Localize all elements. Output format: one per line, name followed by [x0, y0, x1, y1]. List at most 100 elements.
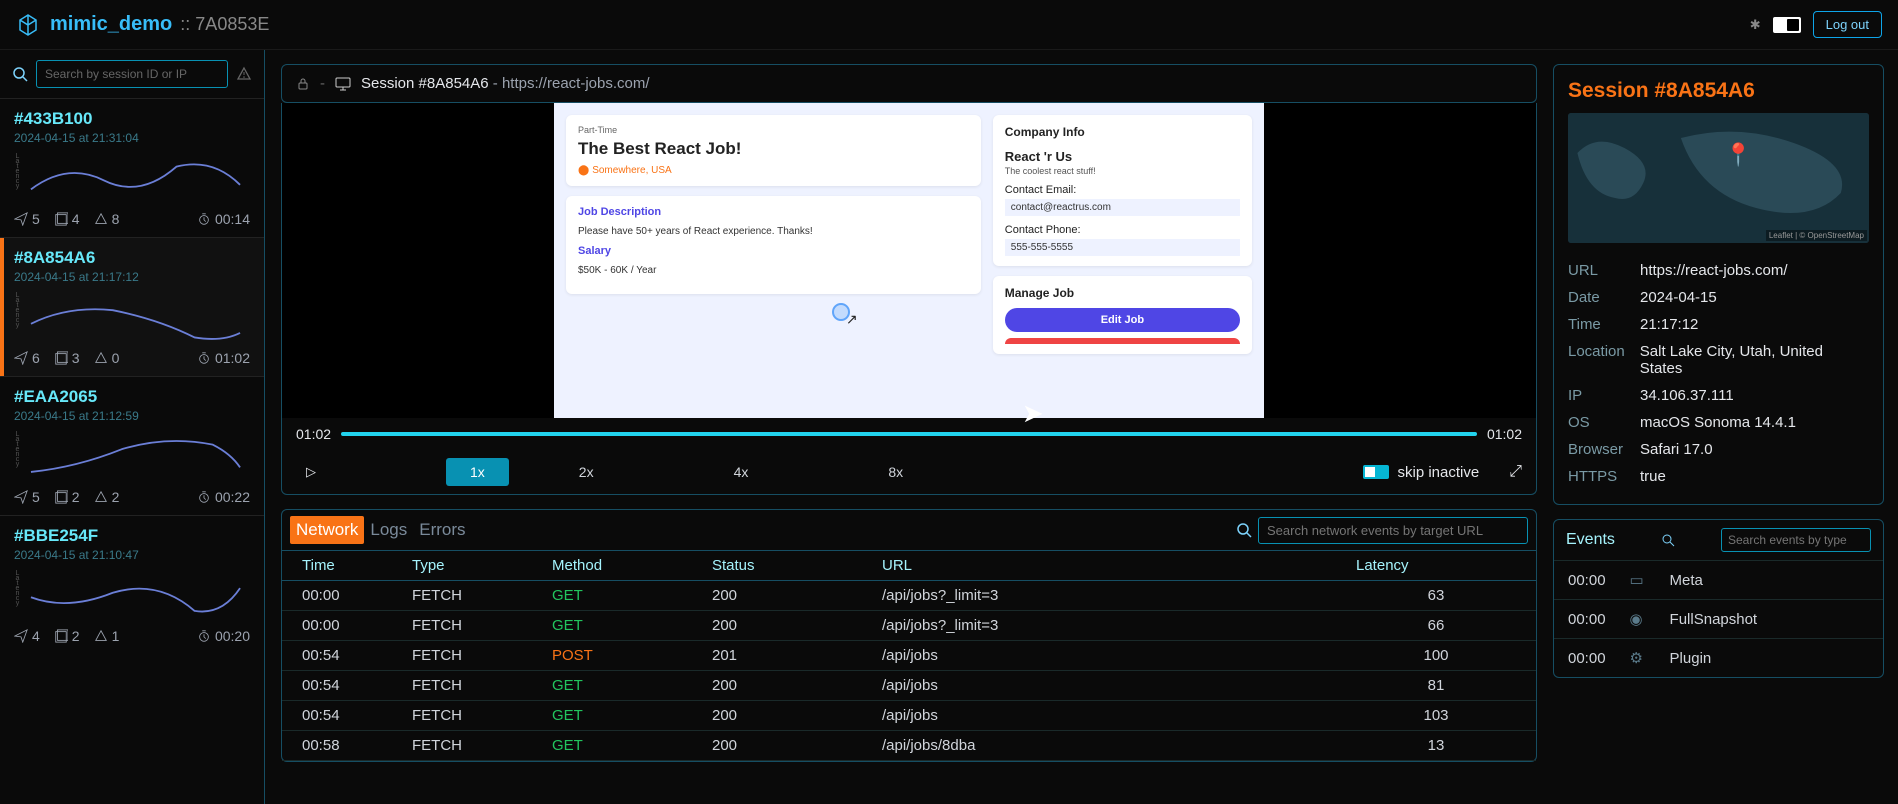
delete-job-button[interactable]	[1005, 338, 1240, 344]
session-id: #433B100	[14, 109, 250, 129]
job-desc-body: Please have 50+ years of React experienc…	[578, 226, 969, 237]
timeline[interactable]: 01:02 ➤ 01:02	[282, 418, 1536, 450]
clock-icon	[197, 629, 211, 643]
email-value: contact@reactrus.com	[1005, 199, 1240, 216]
tab-errors[interactable]: Errors	[413, 516, 471, 544]
logout-button[interactable]: Log out	[1813, 11, 1882, 38]
warning-icon	[94, 629, 108, 643]
session-card[interactable]: #BBE254F 2024-04-15 at 21:10:47 Latency …	[0, 515, 264, 654]
timeline-bar[interactable]	[341, 432, 1477, 436]
events-search-input[interactable]	[1721, 528, 1871, 552]
play-button[interactable]: ▷	[296, 464, 326, 480]
col-time: Time	[302, 557, 412, 574]
phone-value: 555-555-5555	[1005, 239, 1240, 256]
session-search-input[interactable]	[36, 60, 228, 88]
warning-icon	[94, 351, 108, 365]
event-row[interactable]: 00:00▭Meta	[1554, 560, 1883, 599]
timeline-current: 01:02	[296, 426, 331, 442]
search-icon	[1661, 533, 1675, 547]
toggle-switch[interactable]	[1363, 465, 1389, 479]
document-icon	[54, 351, 68, 365]
job-type: Part-Time	[578, 125, 969, 135]
company-info-heading: Company Info	[1005, 125, 1240, 139]
edit-job-button[interactable]: Edit Job	[1005, 308, 1240, 332]
map-pin-icon: 📍	[1725, 142, 1752, 168]
events-title: Events	[1566, 531, 1615, 549]
tab-network[interactable]: Network	[290, 516, 364, 544]
app-title: mimic_demo	[50, 13, 172, 36]
breadcrumb-url: https://react-jobs.com/	[502, 75, 650, 92]
info-row: HTTPStrue	[1568, 463, 1869, 490]
col-url: URL	[882, 557, 1356, 574]
col-type: Type	[412, 557, 552, 574]
event-row[interactable]: 00:00◉FullSnapshot	[1554, 599, 1883, 638]
session-stats: 5 2 2 00:22	[14, 489, 250, 505]
player-controls: ▷ 1x2x4x8x skip inactive ⤢	[282, 450, 1536, 494]
session-info-title: Session #8A854A6	[1568, 79, 1869, 103]
network-search-input[interactable]	[1258, 517, 1528, 544]
speed-4x[interactable]: 4x	[664, 458, 819, 486]
replay-canvas: Part-Time The Best React Job! ⬤Somewhere…	[282, 103, 1536, 418]
event-type-icon: ▭	[1630, 571, 1646, 589]
session-card[interactable]: #433B100 2024-04-15 at 21:31:04 Latency …	[0, 98, 264, 237]
session-card[interactable]: #EAA2065 2024-04-15 at 21:12:59 Latency …	[0, 376, 264, 515]
breadcrumb: - Session #8A854A6 - https://react-jobs.…	[281, 64, 1537, 103]
skip-inactive-toggle[interactable]: skip inactive	[1363, 464, 1479, 481]
send-icon	[14, 212, 28, 226]
warning-icon	[94, 212, 108, 226]
event-type-icon: ◉	[1630, 610, 1646, 628]
job-title: The Best React Job!	[578, 139, 969, 159]
session-stats: 6 3 0 01:02	[14, 350, 250, 366]
monitor-icon	[335, 77, 351, 91]
network-row[interactable]: 00:54FETCHGET200/api/jobs103	[282, 701, 1536, 731]
company-name: React 'r Us	[1005, 149, 1240, 164]
latency-label: Latency	[14, 292, 21, 342]
col-latency: Latency	[1356, 557, 1516, 574]
document-icon	[54, 212, 68, 226]
session-info-card: Session #8A854A6 📍 Leaflet | © OpenStree…	[1553, 64, 1884, 505]
latency-label: Latency	[14, 570, 21, 620]
event-row[interactable]: 00:00⚙Plugin	[1554, 638, 1883, 677]
session-date: 2024-04-15 at 21:12:59	[14, 409, 250, 423]
search-icon	[1236, 522, 1252, 538]
skip-inactive-label: skip inactive	[1397, 464, 1479, 481]
info-row: BrowserSafari 17.0	[1568, 436, 1869, 463]
sun-icon: ✱	[1750, 17, 1761, 33]
send-icon	[14, 629, 28, 643]
session-sidebar: #433B100 2024-04-15 at 21:31:04 Latency …	[0, 50, 265, 804]
location-map[interactable]: 📍 Leaflet | © OpenStreetMap	[1568, 113, 1869, 243]
salary-heading: Salary	[578, 245, 969, 257]
cursor-indicator	[832, 303, 850, 321]
pin-icon: ⬤	[578, 165, 589, 176]
tab-logs[interactable]: Logs	[364, 516, 413, 544]
speed-1x[interactable]: 1x	[446, 458, 509, 486]
col-status: Status	[712, 557, 882, 574]
speed-8x[interactable]: 8x	[818, 458, 973, 486]
search-icon	[12, 66, 28, 82]
session-card[interactable]: #8A854A6 2024-04-15 at 21:17:12 Latency …	[0, 237, 264, 376]
send-icon	[14, 351, 28, 365]
warning-icon	[94, 490, 108, 504]
breadcrumb-session: Session #8A854A6	[361, 75, 489, 92]
theme-toggle[interactable]	[1773, 17, 1801, 33]
expand-button[interactable]: ⤢	[1509, 463, 1522, 481]
network-row[interactable]: 00:00FETCHGET200/api/jobs?_limit=366	[282, 611, 1536, 641]
network-row[interactable]: 00:54FETCHPOST201/api/jobs100	[282, 641, 1536, 671]
clock-icon	[197, 490, 211, 504]
network-row[interactable]: 00:00FETCHGET200/api/jobs?_limit=363	[282, 581, 1536, 611]
manage-heading: Manage Job	[1005, 286, 1240, 300]
info-row: LocationSalt Lake City, Utah, United Sta…	[1568, 338, 1869, 382]
job-desc-heading: Job Description	[578, 206, 969, 218]
session-date: 2024-04-15 at 21:17:12	[14, 270, 250, 284]
session-stats: 5 4 8 00:14	[14, 211, 250, 227]
document-icon	[54, 629, 68, 643]
speed-2x[interactable]: 2x	[509, 458, 664, 486]
salary-value: $50K - 60K / Year	[578, 265, 969, 276]
timeline-total: 01:02	[1487, 426, 1522, 442]
network-row[interactable]: 00:54FETCHGET200/api/jobs81	[282, 671, 1536, 701]
session-id: #8A854A6	[14, 248, 250, 268]
col-method: Method	[552, 557, 712, 574]
lock-icon	[296, 77, 310, 91]
bottom-panel: Network Logs Errors TimeTypeMethodStatus…	[281, 509, 1537, 762]
network-row[interactable]: 00:58FETCHGET200/api/jobs/8dba13	[282, 731, 1536, 761]
